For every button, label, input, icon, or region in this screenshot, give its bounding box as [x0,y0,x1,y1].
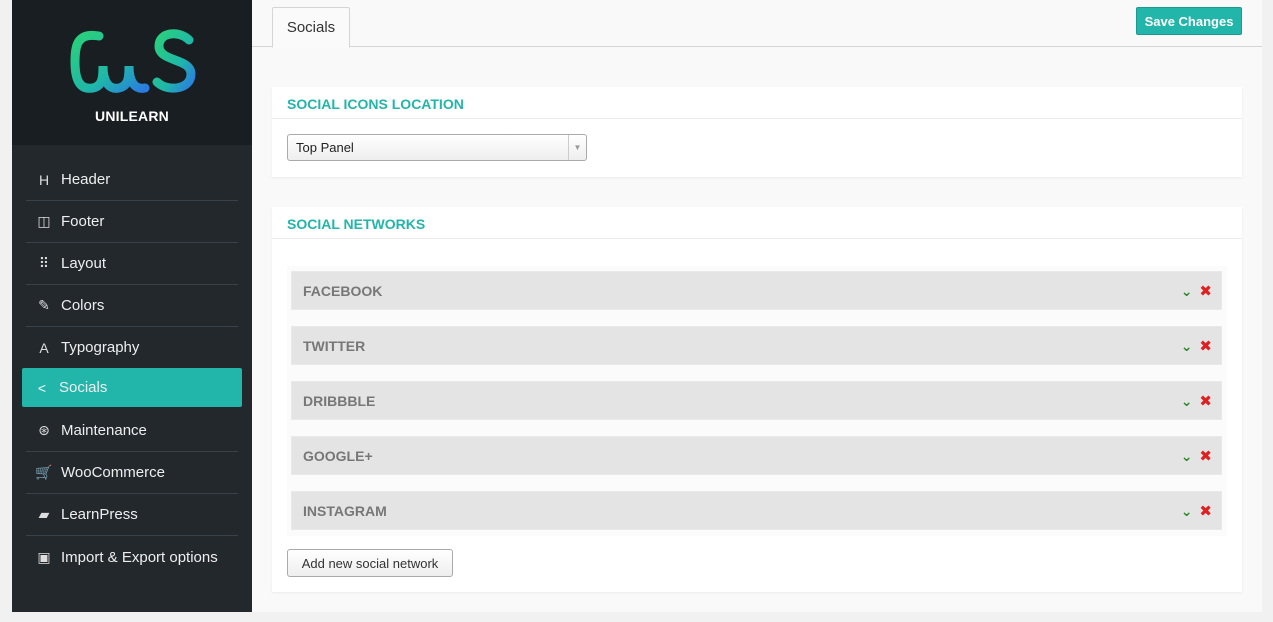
cart-icon: 🛒 [35,464,53,480]
social-network-name: GOOGLE+ [303,447,373,464]
sidebar-item-label: WooCommerce [61,464,165,481]
sidebar-item-import-export-options[interactable]: ▣ Import & Export options [26,536,238,578]
unilearn-logo-icon [70,29,196,93]
page-scrollbar[interactable] [1262,0,1273,622]
sidebar-item-socials[interactable]: < Socials [22,368,242,407]
delete-icon[interactable]: ✖ [1199,282,1212,300]
row-actions: ⌄ ✖ [1181,502,1212,521]
sidebar-item-typography[interactable]: A Typography [26,327,238,369]
chevron-down-icon: ▼ [568,135,586,160]
social-network-row[interactable]: INSTAGRAM ⌄ ✖ [291,491,1222,530]
brand-name: UNILEARN [95,108,169,124]
icons-location-select[interactable]: Top Panel ▼ [287,134,587,161]
row-actions: ⌄ ✖ [1181,337,1212,356]
sidebar-item-layout[interactable]: ⠿ Layout [26,243,238,285]
social-network-row[interactable]: TWITTER ⌄ ✖ [291,326,1222,365]
social-network-row[interactable]: FACEBOOK ⌄ ✖ [291,271,1222,310]
expand-chevron-icon[interactable]: ⌄ [1181,283,1193,300]
sidebar-item-learnpress[interactable]: ▰ LearnPress [26,494,238,536]
sidebar-item-label: Typography [61,339,140,356]
lifebuoy-icon: ⊛ [38,422,50,438]
social-network-row[interactable]: GOOGLE+ ⌄ ✖ [291,436,1222,475]
save-button[interactable]: Save Changes [1136,7,1242,35]
row-actions: ⌄ ✖ [1181,282,1212,301]
sidebar-nav: H Header ◫ Footer ⠿ Layout ✎ Colors A Typography <… [12,145,252,578]
social-network-name: DRIBBBLE [303,392,376,409]
expand-chevron-icon[interactable]: ⌄ [1181,338,1193,355]
icons-location-title: SOCIAL ICONS LOCATION [272,87,1242,119]
sidebar-item-label: Colors [61,297,105,314]
sidebar-item-maintenance[interactable]: ⊛ Maintenance [26,410,238,452]
sidebar-item-header[interactable]: H Header [26,159,238,201]
social-network-name: INSTAGRAM [303,502,387,519]
logo-area: UNILEARN [12,0,252,145]
icons-location-panel: SOCIAL ICONS LOCATION Top Panel ▼ [272,87,1242,177]
calendar-icon: ▣ [37,548,51,565]
social-networks-panel: SOCIAL NETWORKS FACEBOOK ⌄ ✖ TWITTER ⌄ ✖ DRIBB… [272,207,1242,592]
sidebar-item-label: Layout [61,255,107,272]
row-actions: ⌄ ✖ [1181,392,1212,411]
delete-icon[interactable]: ✖ [1199,392,1212,410]
sidebar-item-label: Socials [59,379,108,396]
sidebar-item-label: Import & Export options [61,548,218,566]
sidebar: UNILEARN H Header ◫ Footer ⠿ Layout ✎ Colors A Ty… [12,0,252,612]
expand-chevron-icon[interactable]: ⌄ [1181,393,1193,410]
social-networks-list: FACEBOOK ⌄ ✖ TWITTER ⌄ ✖ DRIBBBLE ⌄ ✖ GOOGLE+ ⌄ ✖ IN… [287,266,1227,536]
icons-location-value: Top Panel [296,140,354,155]
main-content: Socials Save Changes SOCIAL ICONS LOCATI… [252,0,1262,612]
sidebar-item-label: Footer [61,213,105,230]
share-icon: < [37,379,47,396]
sidebar-item-label: Header [61,171,111,188]
delete-icon[interactable]: ✖ [1199,447,1212,465]
sidebar-item-woocommerce[interactable]: 🛒 WooCommerce [26,452,238,494]
expand-chevron-icon[interactable]: ⌄ [1181,503,1193,520]
grid-icon: ⠿ [38,255,50,271]
sidebar-item-label: LearnPress [61,506,138,523]
social-network-name: FACEBOOK [303,282,383,299]
footer-icon: ◫ [37,213,51,229]
social-network-name: TWITTER [303,337,366,354]
social-network-row[interactable]: DRIBBBLE ⌄ ✖ [291,381,1222,420]
tab-socials[interactable]: Socials [272,7,350,48]
sidebar-item-colors[interactable]: ✎ Colors [26,285,238,327]
sidebar-item-label: Maintenance [61,422,147,439]
add-social-network-button[interactable]: Add new social network [287,549,453,577]
heading-icon: H [38,171,50,188]
delete-icon[interactable]: ✖ [1199,337,1212,355]
font-icon: A [39,339,49,356]
sidebar-item-footer[interactable]: ◫ Footer [26,201,238,243]
social-networks-title: SOCIAL NETWORKS [272,207,1242,239]
delete-icon[interactable]: ✖ [1199,502,1212,520]
row-actions: ⌄ ✖ [1181,447,1212,466]
brush-icon: ✎ [38,297,50,313]
expand-chevron-icon[interactable]: ⌄ [1181,448,1193,465]
book-icon: ▰ [38,506,50,522]
top-bar: Socials Save Changes [252,0,1262,48]
